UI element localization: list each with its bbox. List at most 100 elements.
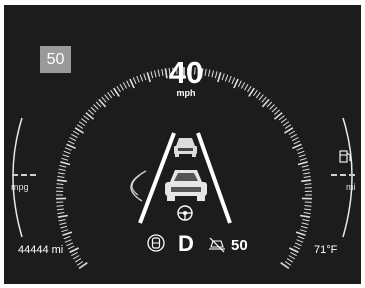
- speedometer-tick: [62, 231, 73, 237]
- speedometer-tick: [258, 94, 264, 101]
- speedometer-tick: [62, 154, 70, 158]
- motion-line: [131, 174, 141, 196]
- speedometer-tick: [299, 229, 307, 233]
- lead-vehicle-icon: [174, 138, 197, 157]
- speedometer-tick: [231, 77, 236, 85]
- speedometer-tick: [293, 245, 301, 250]
- speedometer-tick: [266, 101, 273, 108]
- speedometer-tick: [296, 147, 304, 151]
- speedometer-tick: [90, 106, 97, 113]
- speedometer-tick: [247, 85, 252, 93]
- speedometer-tick: [150, 71, 154, 79]
- speedometer-tick: [301, 179, 312, 183]
- right-lane-line: [196, 132, 232, 224]
- outside-temperature: 71°F: [314, 244, 338, 256]
- speedometer-tick: [290, 251, 297, 257]
- speedometer-tick: [126, 80, 131, 88]
- left-lane-line: [138, 132, 176, 224]
- speed-value: 40: [168, 55, 204, 90]
- speedometer-tick: [289, 247, 299, 254]
- speedometer-tick: [233, 78, 239, 89]
- mpg-label: mpg: [11, 182, 29, 192]
- speedometer-tick: [57, 212, 65, 215]
- speedometer-tick: [303, 212, 311, 215]
- speedometer-tick: [224, 74, 229, 82]
- speedometer-tick: [143, 73, 147, 81]
- speedometer-tick: [301, 222, 309, 225]
- speedometer-tick: [58, 168, 66, 171]
- seatbelt-icon: [147, 234, 165, 252]
- speedometer-tick: [56, 208, 64, 211]
- speedometer-tick: [297, 161, 308, 166]
- speedometer-tick: [56, 205, 64, 207]
- speedometer-tick: [93, 104, 99, 110]
- speedometer-tick: [67, 245, 75, 250]
- speedometer-tick: [293, 140, 301, 145]
- speedometer-tick: [304, 205, 312, 207]
- speedometer-tick: [282, 121, 290, 127]
- speedometer-tick: [295, 231, 306, 237]
- acc-set-speed: 50: [231, 237, 248, 254]
- adaptive-cruise-icon: [209, 237, 225, 253]
- speedometer-tick: [288, 130, 296, 135]
- speedometer-tick: [57, 175, 65, 178]
- speedometer-tick: [57, 172, 65, 175]
- speedometer-tick: [129, 78, 135, 89]
- speedometer-tick: [136, 75, 140, 83]
- speedometer-tick: [61, 157, 69, 161]
- mpg-gauge-indicator: [12, 174, 36, 176]
- speedometer-tick: [58, 219, 66, 222]
- speedometer-tick: [303, 172, 311, 175]
- speedometer-tick: [110, 89, 116, 97]
- speedometer-tick: [240, 82, 246, 89]
- speedometer-tick: [66, 143, 77, 150]
- range-gauge-indicator: [331, 174, 355, 176]
- instrument-cluster: 50 40 mph mpg mi 44444 mi D 50 71°F: [4, 5, 361, 284]
- speedometer-tick: [56, 183, 64, 185]
- speedometer-tick: [107, 92, 113, 99]
- speedometer-tick: [63, 235, 71, 240]
- speedometer-tick: [237, 80, 242, 88]
- speedometer-tick: [72, 255, 80, 260]
- speedometer-tick: [304, 208, 312, 211]
- speedometer-tick: [63, 150, 71, 155]
- speedometer-tick: [271, 106, 278, 113]
- speedometer-tick: [71, 251, 78, 257]
- speedometer-tick: [291, 143, 302, 150]
- speedometer-tick: [61, 229, 69, 233]
- speedometer-tick: [269, 104, 275, 110]
- speedometer-tick: [116, 85, 121, 93]
- speedometer-tick: [286, 258, 294, 263]
- speedometer-tick: [261, 96, 267, 103]
- speedometer-tick: [252, 89, 258, 97]
- speedometer-tick: [296, 239, 304, 243]
- speedometer-tick: [301, 165, 309, 168]
- speedometer-tick: [132, 77, 137, 85]
- speedometer-tick: [217, 72, 222, 83]
- speedometer-tick: [88, 109, 94, 115]
- speedometer-tick: [284, 261, 292, 266]
- speedometer-tick: [83, 115, 90, 121]
- speedometer-tick: [139, 74, 144, 82]
- speedometer-tick: [299, 157, 307, 161]
- speedometer-tick: [60, 161, 71, 166]
- speedometer-tick: [244, 83, 249, 91]
- odometer: 44444 mi: [18, 244, 64, 256]
- ego-vehicle-icon: [165, 170, 207, 201]
- speedometer-tick: [304, 183, 312, 185]
- speedometer-tick: [66, 242, 74, 247]
- speedometer-tick: [76, 261, 84, 266]
- speedometer-tick: [57, 214, 68, 218]
- speedometer-tick: [60, 225, 68, 229]
- speedometer-tick: [297, 235, 305, 240]
- speedometer-tick: [64, 147, 72, 151]
- speedometer-tick: [104, 94, 110, 101]
- speedometer-tick: [122, 82, 128, 89]
- speedometer-tick: [59, 165, 67, 168]
- speedometer-tick: [284, 124, 292, 129]
- speedometer-tick: [297, 150, 305, 155]
- speedometer-tick: [95, 101, 102, 108]
- speedometer-tick: [228, 75, 232, 83]
- speedometer-tick: [72, 130, 80, 135]
- speedometer-tick: [221, 73, 225, 81]
